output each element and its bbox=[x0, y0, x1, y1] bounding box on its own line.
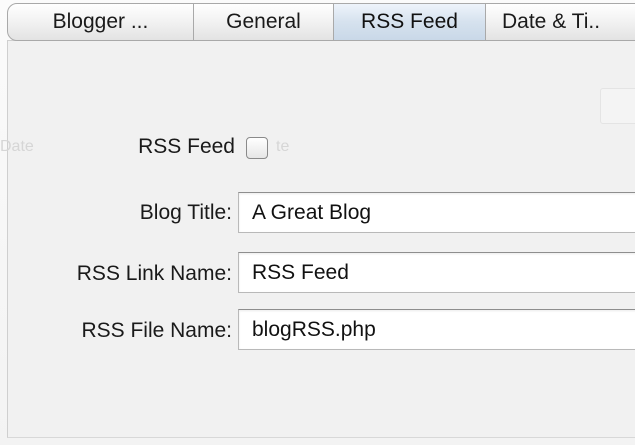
faded-date-label: Date bbox=[0, 138, 34, 155]
rss-link-name-label: RSS Link Name: bbox=[76, 262, 232, 285]
rss-file-name-label: RSS File Name: bbox=[81, 319, 232, 342]
tab-bar: Blogger ... General RSS Feed Date & Ti.. bbox=[7, 3, 635, 41]
tab-content-pane bbox=[7, 40, 635, 438]
rss-file-name-field[interactable] bbox=[238, 309, 635, 350]
blog-title-label: Blog Title: bbox=[139, 201, 232, 224]
faded-control-ghost bbox=[600, 88, 635, 124]
tab-rss-feed[interactable]: RSS Feed bbox=[334, 3, 486, 41]
tab-blogger[interactable]: Blogger ... bbox=[7, 3, 194, 41]
tab-date-time[interactable]: Date & Ti.. bbox=[486, 3, 635, 41]
rss-feed-label: RSS Feed bbox=[138, 135, 235, 158]
tab-general[interactable]: General bbox=[194, 3, 334, 41]
rss-feed-checkbox[interactable] bbox=[246, 137, 268, 159]
preferences-window: Blogger ... General RSS Feed Date & Ti..… bbox=[0, 0, 635, 445]
rss-link-name-field[interactable] bbox=[238, 252, 635, 293]
blog-title-field[interactable] bbox=[238, 192, 635, 233]
faded-label-fragment: te bbox=[276, 138, 290, 155]
